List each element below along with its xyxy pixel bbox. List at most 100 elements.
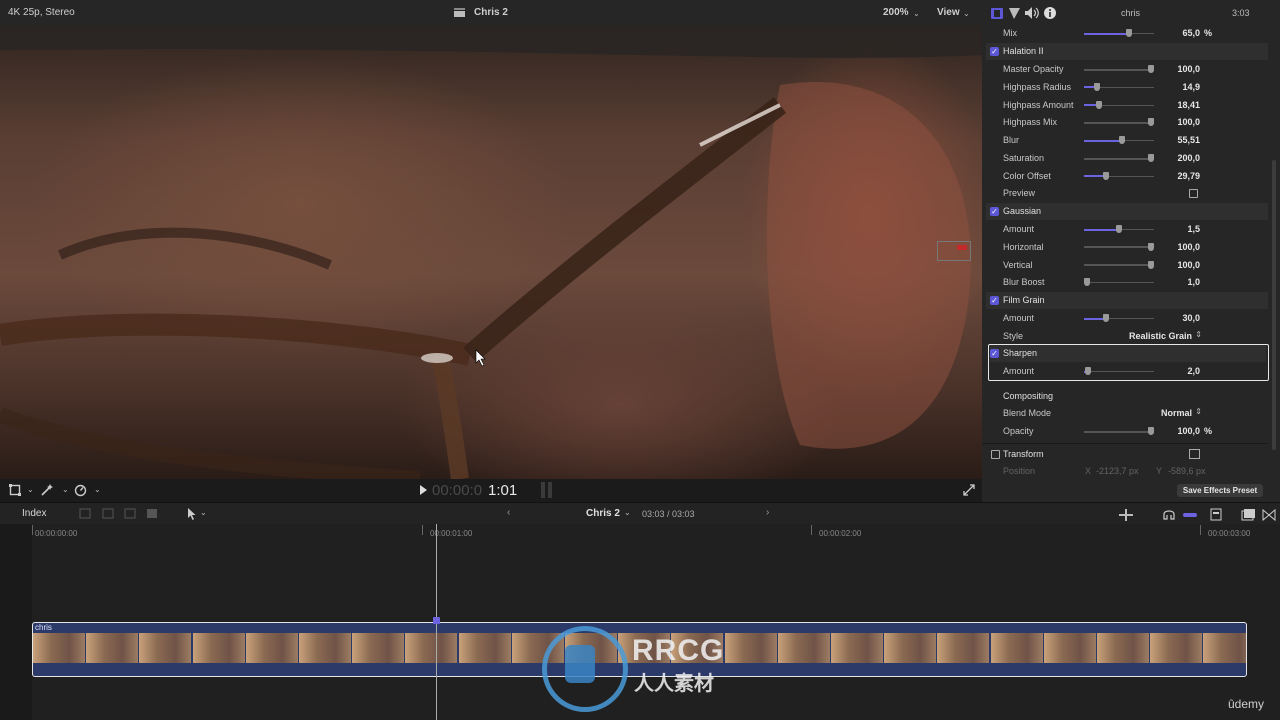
zoom-menu[interactable]: 200% — [883, 7, 909, 18]
transform-icon[interactable] — [9, 484, 21, 496]
enable-checkbox[interactable]: ✓ — [990, 47, 999, 56]
param-row[interactable]: Master Opacity 100,0 — [986, 61, 1268, 78]
param-row-preview[interactable]: Preview — [986, 185, 1268, 202]
param-row[interactable]: Style Realistic Grain ⇕ — [986, 328, 1268, 345]
param-value[interactable]: 100,0 — [1140, 242, 1200, 252]
param-label: Highpass Radius — [1003, 81, 1072, 92]
chevron-down-icon[interactable]: ⌄ — [200, 508, 207, 517]
param-row[interactable]: Mix 65,0 % — [986, 25, 1268, 42]
param-row[interactable]: Blur 55,51 — [986, 132, 1268, 149]
param-label: Style — [1003, 331, 1024, 341]
effect-header-film-grain[interactable]: ✓ Film Grain — [986, 292, 1268, 309]
speed-icon[interactable] — [74, 484, 87, 497]
param-row[interactable]: Blur Boost 1,0 — [986, 274, 1268, 291]
param-row[interactable]: Amount 1,5 — [986, 221, 1268, 238]
param-value[interactable]: 200,0 — [1140, 153, 1200, 163]
enable-checkbox[interactable]: ✓ — [990, 296, 999, 305]
inspector-scrollbar[interactable] — [1272, 160, 1276, 450]
param-value[interactable]: 2,0 — [1140, 366, 1200, 376]
param-row[interactable]: Blend Mode Normal ⇕ — [986, 405, 1268, 422]
slider-knob[interactable] — [1125, 29, 1132, 37]
slider-knob[interactable] — [1095, 100, 1102, 109]
param-row[interactable]: Amount 30,0 — [986, 310, 1268, 327]
color-inspector-icon[interactable] — [1009, 8, 1020, 19]
param-value[interactable]: 100,0 — [1140, 117, 1200, 127]
effect-header-sharpen[interactable]: ✓ Sharpen — [990, 345, 1266, 362]
project-name[interactable]: Chris 2 — [586, 508, 620, 519]
enable-checkbox[interactable]: ✓ — [990, 207, 999, 216]
param-value[interactable]: 29,79 — [1140, 171, 1200, 181]
param-row[interactable]: Opacity 100,0 % — [986, 423, 1268, 440]
play-icon[interactable] — [419, 485, 428, 495]
slider-knob[interactable] — [1116, 225, 1122, 233]
slider-knob[interactable] — [1093, 82, 1100, 91]
slider-knob[interactable] — [1103, 171, 1110, 180]
param-row[interactable]: Highpass Mix 100,0 — [986, 114, 1268, 131]
style-popup[interactable]: Realistic Grain — [1129, 331, 1192, 341]
effect-header-gaussian[interactable]: ✓ Gaussian — [986, 203, 1268, 220]
slider-knob[interactable] — [1103, 314, 1110, 322]
stepper-icon[interactable]: ⇕ — [1195, 330, 1202, 339]
info-inspector-icon[interactable] — [1044, 7, 1056, 19]
param-value[interactable]: 14,9 — [1140, 82, 1200, 92]
skimmer-marker[interactable] — [433, 617, 440, 624]
save-effects-preset-button[interactable]: Save Effects Preset — [1177, 484, 1263, 497]
enable-checkbox[interactable]: ✓ — [990, 349, 999, 358]
preview-checkbox[interactable] — [1189, 189, 1198, 198]
effect-header-halation[interactable]: ✓ Halation II — [986, 43, 1268, 60]
chevron-down-icon[interactable]: ⌄ — [62, 485, 69, 494]
viewer-controls: ⌄ ⌄ ⌄ 00:00:0 1:01 — [0, 479, 982, 502]
y-label: Y — [1156, 466, 1163, 476]
param-row[interactable]: Saturation 200,0 — [986, 150, 1268, 167]
back-arrow-icon[interactable]: ‹ — [507, 507, 510, 518]
index-button[interactable]: Index — [22, 508, 46, 519]
stepper-icon[interactable]: ⇕ — [1195, 407, 1202, 416]
edit-buttons-icon[interactable] — [78, 507, 168, 521]
param-row[interactable]: Horizontal 100,0 — [986, 239, 1268, 256]
transform-section[interactable]: Transform — [982, 443, 1268, 464]
param-value[interactable]: 100,0 — [1140, 426, 1200, 436]
param-row[interactable]: Highpass Amount 18,41 — [986, 97, 1268, 114]
slider-knob[interactable] — [1119, 136, 1126, 145]
chevron-down-icon[interactable]: ⌄ — [624, 508, 631, 517]
x-value[interactable]: -2123,7 px — [1096, 466, 1139, 476]
forward-arrow-icon[interactable]: › — [766, 507, 769, 518]
param-value[interactable]: 30,0 — [1140, 313, 1200, 323]
slider-knob[interactable] — [1084, 278, 1090, 287]
magic-wand-icon[interactable] — [40, 483, 54, 497]
param-value[interactable]: 55,51 — [1140, 135, 1200, 145]
param-row[interactable]: Vertical 100,0 — [986, 257, 1268, 274]
timecode[interactable]: 1:01 — [488, 482, 517, 499]
timeline-view-icons[interactable] — [1117, 508, 1277, 522]
fullscreen-icon[interactable] — [963, 484, 975, 496]
param-row[interactable]: Amount 2,0 — [986, 363, 1268, 380]
y-value[interactable]: -589,6 px — [1168, 466, 1206, 476]
clip-thumbnail — [1203, 633, 1246, 663]
param-row[interactable]: Highpass Radius 14,9 — [986, 79, 1268, 96]
param-label: Amount — [1003, 313, 1035, 323]
video-frame[interactable] — [0, 25, 982, 479]
chevron-down-icon[interactable]: ⌄ — [94, 485, 101, 494]
clip-thumbnail — [33, 633, 85, 663]
select-tool-icon[interactable] — [187, 508, 197, 520]
view-menu[interactable]: View — [937, 7, 960, 18]
chevron-down-icon[interactable]: ⌄ — [963, 9, 970, 18]
timeline-ruler[interactable]: 00:00:00:00 00:00:01:00 00:00:02:00 00:0… — [32, 525, 1280, 541]
param-value[interactable]: 1,5 — [1140, 224, 1200, 234]
video-inspector-icon[interactable] — [991, 8, 1003, 19]
param-value[interactable]: 100,0 — [1140, 64, 1200, 74]
blend-mode-popup[interactable]: Normal — [1161, 408, 1192, 418]
chevron-down-icon[interactable]: ⌄ — [27, 485, 34, 494]
param-value[interactable]: 65,0 — [1140, 28, 1200, 38]
slider-knob[interactable] — [1085, 367, 1092, 375]
position-row[interactable]: Position X -2123,7 px Y -589,6 px — [982, 463, 1268, 479]
param-value[interactable]: 18,41 — [1140, 100, 1200, 110]
chevron-down-icon[interactable]: ⌄ — [913, 9, 920, 18]
audio-inspector-icon[interactable] — [1025, 7, 1039, 19]
param-value[interactable]: 1,0 — [1140, 277, 1200, 287]
param-value[interactable]: 100,0 — [1140, 260, 1200, 270]
param-row[interactable]: Color Offset 29,79 — [986, 168, 1268, 185]
transform-checkbox[interactable] — [991, 450, 1000, 459]
range-overlay-indicator[interactable] — [937, 241, 971, 261]
onscreen-control-icon[interactable] — [1189, 449, 1200, 459]
